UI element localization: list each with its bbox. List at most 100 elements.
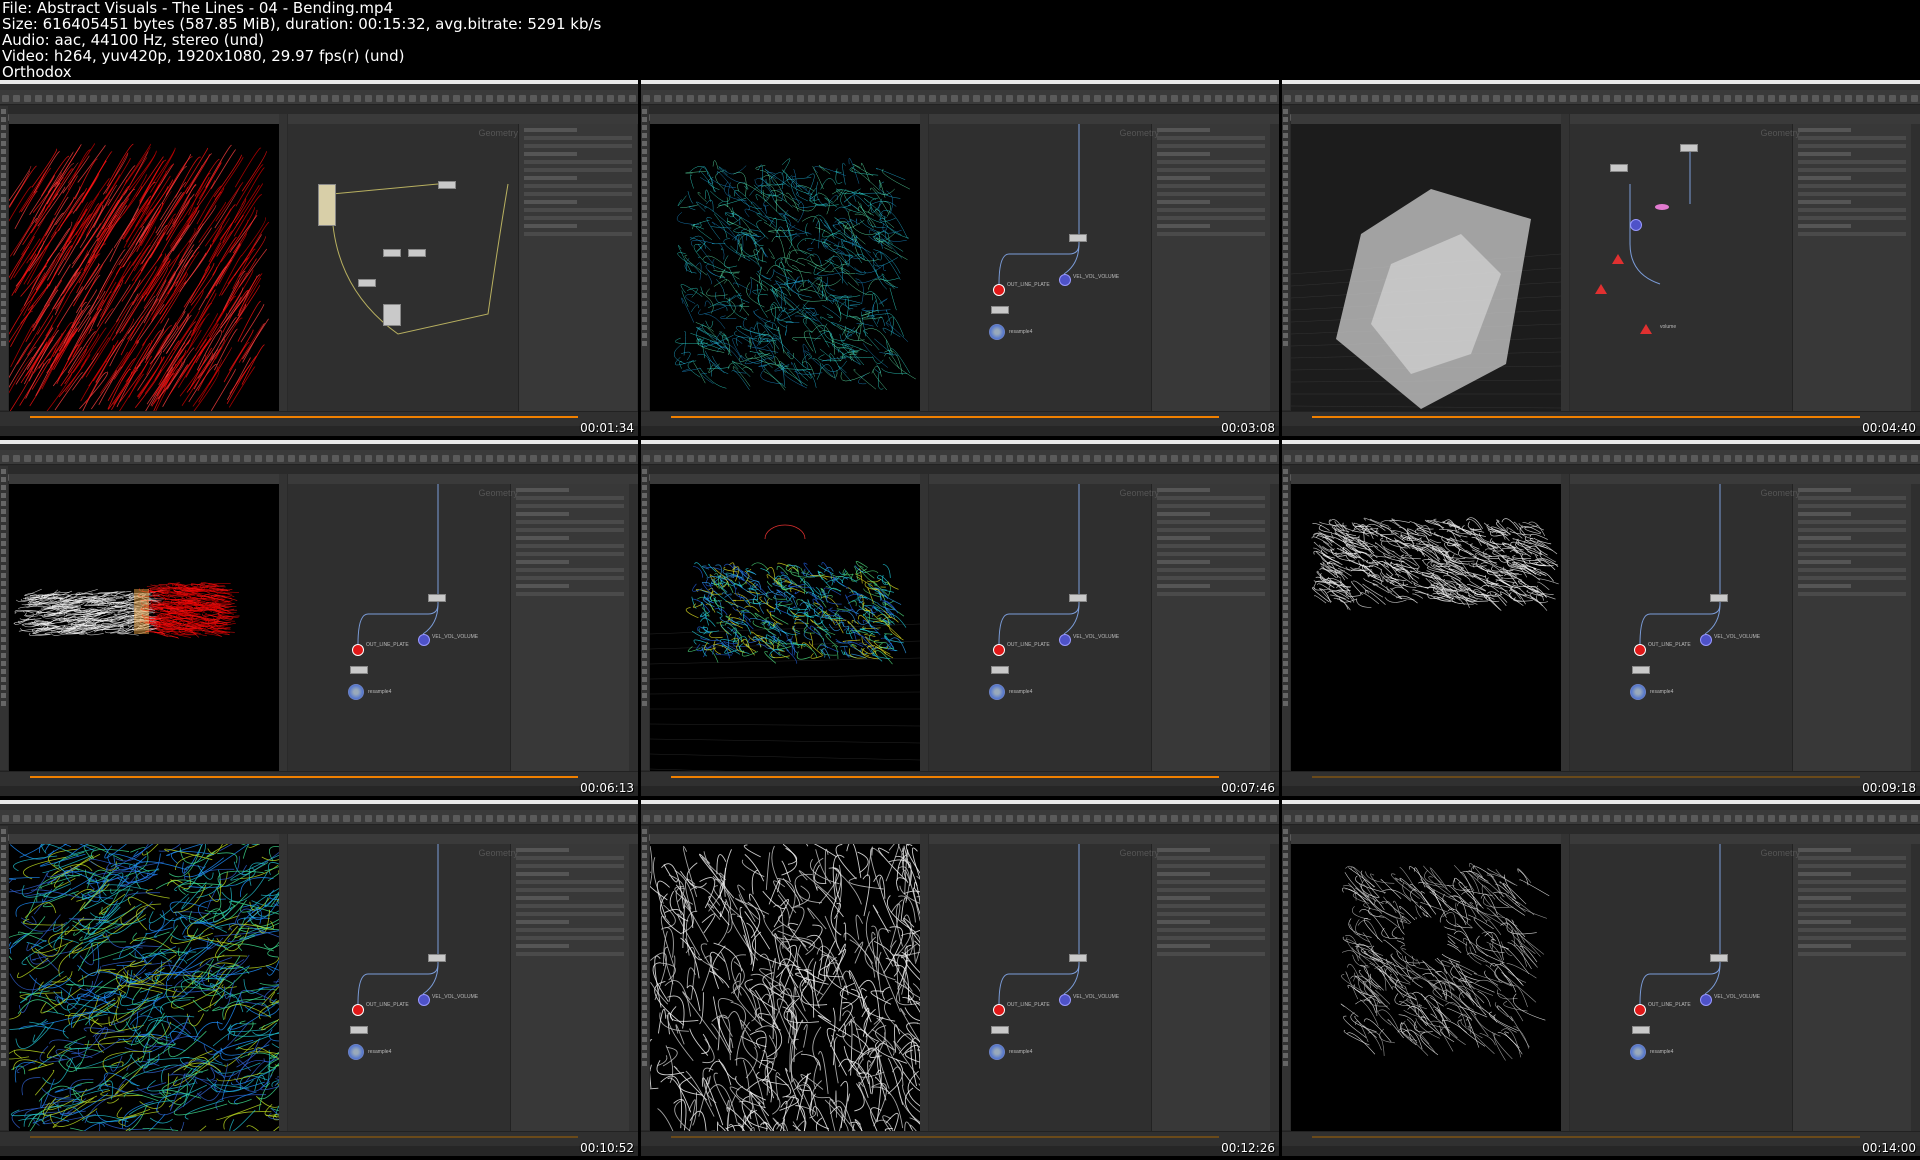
node-sop[interactable] — [350, 1026, 368, 1034]
shelf-tool-icon[interactable] — [222, 455, 229, 462]
shelf-tool-icon[interactable] — [1614, 455, 1621, 462]
shelf-tool-icon[interactable] — [698, 95, 705, 102]
tool-icon[interactable] — [642, 981, 647, 986]
shelf-tool-icon[interactable] — [863, 455, 870, 462]
tool-icon[interactable] — [1283, 237, 1288, 242]
tool-icon[interactable] — [1, 573, 6, 578]
parameter-row[interactable] — [1798, 592, 1906, 596]
shelf-tool-icon[interactable] — [200, 455, 207, 462]
shelf-tool-icon[interactable] — [918, 455, 925, 462]
parameter-row[interactable] — [1798, 512, 1852, 516]
shelf-tool-icon[interactable] — [1372, 455, 1379, 462]
tool-icon[interactable] — [642, 1037, 647, 1042]
shelf-tool-icon[interactable] — [1724, 455, 1731, 462]
tool-icon[interactable] — [1, 637, 6, 642]
shelf-tool-icon[interactable] — [1559, 95, 1566, 102]
shelf-tool-icon[interactable] — [1394, 95, 1401, 102]
tool-icon[interactable] — [1283, 469, 1288, 474]
tool-icon[interactable] — [1, 621, 6, 626]
shelf-tool-icon[interactable] — [1039, 455, 1046, 462]
shelf-tool-icon[interactable] — [2, 455, 9, 462]
parameter-row[interactable] — [516, 512, 570, 516]
shelf-tool-icon[interactable] — [654, 455, 661, 462]
shelf-tool-icon[interactable] — [1669, 455, 1676, 462]
shelf-tool-icon[interactable] — [1171, 815, 1178, 822]
node-render[interactable] — [1630, 684, 1646, 700]
tool-icon[interactable] — [1, 261, 6, 266]
parameter-row[interactable] — [1157, 176, 1211, 180]
timeline-scrubber[interactable] — [30, 1136, 578, 1138]
viewport-toolbar[interactable] — [9, 474, 279, 484]
tool-icon[interactable] — [1283, 285, 1288, 290]
shelf-tool-icon[interactable] — [90, 815, 97, 822]
tool-icon[interactable] — [642, 893, 647, 898]
node-sop[interactable] — [991, 666, 1009, 674]
tool-icon[interactable] — [1283, 333, 1288, 338]
tool-icon[interactable] — [642, 693, 647, 698]
shelf-tool-icon[interactable] — [1306, 95, 1313, 102]
parameter-row[interactable] — [516, 560, 570, 564]
shelf-tool-icon[interactable] — [365, 815, 372, 822]
shelf-tool-icon[interactable] — [101, 815, 108, 822]
tool-icon[interactable] — [1, 253, 6, 258]
shelf-tool-icon[interactable] — [863, 95, 870, 102]
node-render[interactable] — [989, 324, 1005, 340]
tool-icon[interactable] — [1, 317, 6, 322]
shelf-tool-icon[interactable] — [1361, 455, 1368, 462]
shelf-tool-icon[interactable] — [1028, 95, 1035, 102]
parameter-row[interactable] — [1157, 552, 1265, 556]
shelf-tool-icon[interactable] — [1182, 95, 1189, 102]
tool-icon[interactable] — [1283, 629, 1288, 634]
shelf-tool-icon[interactable] — [464, 815, 471, 822]
shelf-tool-icon[interactable] — [299, 95, 306, 102]
parameter-row[interactable] — [524, 224, 578, 228]
node-merge[interactable] — [1655, 204, 1669, 210]
shelf-tool-icon[interactable] — [1427, 455, 1434, 462]
shelf-tool-icon[interactable] — [1790, 95, 1797, 102]
parameter-row[interactable] — [1798, 496, 1906, 500]
left-tool-column[interactable] — [641, 826, 649, 1130]
viewport-toolbar[interactable] — [650, 474, 920, 484]
tool-icon[interactable] — [642, 277, 647, 282]
shelf-tool-icon[interactable] — [995, 815, 1002, 822]
tool-icon[interactable] — [1, 1021, 6, 1026]
viewport-toolbar[interactable] — [650, 114, 920, 124]
shelf-tool-icon[interactable] — [1270, 95, 1277, 102]
network-toolbar[interactable] — [288, 114, 638, 124]
parameter-row[interactable] — [1157, 144, 1265, 148]
parameter-row[interactable] — [1798, 168, 1906, 172]
tool-icon[interactable] — [1, 141, 6, 146]
tool-icon[interactable] — [1283, 653, 1288, 658]
tool-icon[interactable] — [1, 549, 6, 554]
shelf-tool-icon[interactable] — [277, 455, 284, 462]
shelf-tool-icon[interactable] — [1757, 95, 1764, 102]
tool-icon[interactable] — [1283, 141, 1288, 146]
tool-icon[interactable] — [642, 333, 647, 338]
tool-icon[interactable] — [1, 909, 6, 914]
tool-icon[interactable] — [642, 221, 647, 226]
shelf-tool-icon[interactable] — [797, 455, 804, 462]
shelf-tool-icon[interactable] — [643, 815, 650, 822]
shelf-tool-icon[interactable] — [596, 95, 603, 102]
node-render[interactable] — [989, 684, 1005, 700]
timeline-scrubber[interactable] — [30, 776, 578, 778]
timeline-scrubber[interactable] — [671, 776, 1219, 778]
tool-icon[interactable] — [642, 853, 647, 858]
shelf-tool-icon[interactable] — [497, 455, 504, 462]
viewport-toolbar[interactable] — [1291, 114, 1561, 124]
shelf-tool-icon[interactable] — [420, 455, 427, 462]
network-editor[interactable]: Geometry — [288, 114, 638, 414]
shelf-tool-icon[interactable] — [244, 95, 251, 102]
timeline-scrubber[interactable] — [671, 416, 1219, 418]
tool-icon[interactable] — [1283, 325, 1288, 330]
tool-icon[interactable] — [642, 669, 647, 674]
scene-viewport[interactable] — [1291, 124, 1561, 414]
network-editor[interactable]: volume Geometry — [1570, 114, 1920, 414]
shelf-tool-icon[interactable] — [1248, 455, 1255, 462]
shelf-tool-icon[interactable] — [1471, 455, 1478, 462]
left-tool-column[interactable] — [0, 466, 8, 770]
node-render[interactable] — [348, 684, 364, 700]
playbar-timeline[interactable] — [0, 1131, 638, 1146]
shelf-tool-icon[interactable] — [332, 815, 339, 822]
network-toolbar[interactable] — [288, 474, 638, 484]
